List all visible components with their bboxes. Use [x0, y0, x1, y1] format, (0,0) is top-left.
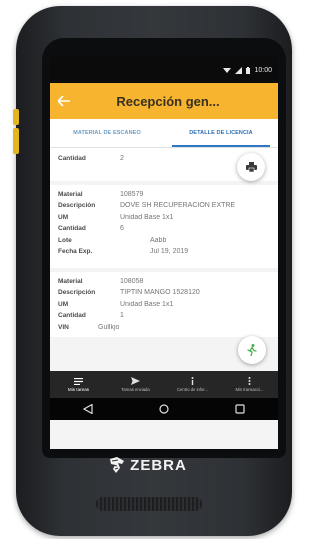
detail-row: UM Unidad Base 1x1	[58, 299, 270, 311]
detail-label: Lote	[58, 236, 72, 244]
walk-icon	[247, 344, 257, 356]
detail-value: 108579	[120, 190, 144, 198]
detail-value: Unidad Base 1x1	[120, 300, 174, 308]
license-detail-list[interactable]: Cantidad 2 Material 108579 Descripción D…	[50, 148, 278, 372]
detail-value: 1	[120, 312, 124, 320]
detail-label: Descripción	[58, 202, 96, 210]
detail-row: Descripción TIPTIN MANGO 1528120	[58, 287, 270, 299]
zebra-logo: ZEBRA	[0, 456, 295, 474]
bottom-navigation: Mis tareas Tareas enviada Centro de info…	[50, 371, 278, 398]
nav-label: Mis transacci...	[235, 387, 264, 392]
nav-mis-tareas[interactable]: Mis tareas	[50, 371, 107, 398]
detail-row: VIN Gullkjo	[58, 322, 270, 334]
detail-label: Fecha Exp.	[58, 248, 93, 256]
print-button[interactable]	[237, 153, 265, 181]
status-time: 10:00	[254, 66, 272, 74]
detail-value: Aabb	[150, 236, 167, 244]
nav-label: Centro de infor...	[177, 387, 208, 392]
detail-label: VIN	[58, 323, 69, 331]
send-icon	[131, 377, 140, 385]
detail-row: Cantidad 1	[58, 310, 270, 322]
detail-value: Jul 19, 2019	[150, 248, 189, 256]
back-button[interactable]	[58, 92, 76, 110]
nav-tareas-enviadas[interactable]: Tareas enviada	[107, 371, 164, 398]
detail-row: Fecha Exp. Jul 19, 2019	[58, 246, 270, 258]
detail-row: Descripción DOVE SH RECUPERACION EXTRE	[58, 200, 270, 212]
page-title: Recepción gen...	[116, 93, 220, 109]
detail-value: 6	[120, 225, 124, 233]
detail-value: Gullkjo	[98, 323, 120, 331]
brand-name: ZEBRA	[130, 456, 187, 474]
list-item: Material 108579 Descripción DOVE SH RECU…	[50, 184, 278, 268]
nav-label: Tareas enviada	[121, 387, 150, 392]
nav-centro-informacion[interactable]: Centro de infor...	[164, 371, 221, 398]
detail-value: 108058	[120, 277, 144, 285]
detail-row: Lote Aabb	[58, 235, 270, 247]
detail-row: Material 108579	[58, 189, 270, 201]
status-bar: 10:00	[50, 57, 278, 83]
zebra-head-icon	[110, 457, 125, 473]
detail-row: Material 108058	[58, 276, 270, 288]
arrow-left-icon	[58, 96, 70, 106]
more-icon	[248, 377, 251, 385]
nav-label: Mis tareas	[67, 386, 90, 392]
walk-action-button[interactable]	[238, 336, 266, 364]
list-item: Material 108058 Descripción TIPTIN MANGO…	[50, 271, 278, 337]
detail-label: UM	[58, 300, 69, 308]
signal-icon	[235, 66, 243, 74]
list-icon	[74, 377, 83, 385]
nav-mis-transacciones[interactable]: Mis transacci...	[221, 371, 278, 398]
back-triangle-icon[interactable]	[83, 404, 93, 414]
system-navigation	[50, 398, 278, 420]
detail-value: DOVE SH RECUPERACION EXTRE	[120, 202, 236, 210]
app-bar: Recepción gen...	[50, 83, 278, 119]
side-key-lower[interactable]	[13, 128, 19, 154]
tab-material-escaneo[interactable]: MATERIAL DE ESCANEO	[50, 119, 164, 147]
tab-bar: MATERIAL DE ESCANEO DETALLE DE LICENCIA	[50, 119, 278, 148]
tab-detalle-licencia[interactable]: DETALLE DE LICENCIA	[164, 119, 278, 147]
detail-label: Cantidad	[58, 312, 86, 320]
detail-value: TIPTIN MANGO 1528120	[120, 289, 200, 297]
printer-icon	[245, 162, 257, 172]
detail-label: Material	[58, 277, 83, 285]
battery-icon	[246, 66, 251, 74]
detail-label: Cantidad	[58, 155, 86, 163]
speaker-grille	[96, 497, 202, 511]
info-icon	[191, 377, 194, 385]
side-key-upper[interactable]	[13, 109, 19, 125]
home-circle-icon[interactable]	[159, 404, 169, 414]
detail-row: UM Unidad Base 1x1	[58, 212, 270, 224]
device-screen: 10:00 Recepción gen... MATERIAL DE ESCAN…	[50, 57, 278, 449]
detail-row: Cantidad 6	[58, 223, 270, 235]
wifi-icon	[223, 67, 232, 73]
detail-label: Descripción	[58, 289, 96, 297]
detail-label: UM	[58, 213, 69, 221]
detail-value: 2	[120, 155, 124, 163]
recents-square-icon[interactable]	[235, 404, 245, 414]
detail-label: Cantidad	[58, 225, 86, 233]
detail-value: Unidad Base 1x1	[120, 213, 174, 221]
detail-label: Material	[58, 190, 83, 198]
